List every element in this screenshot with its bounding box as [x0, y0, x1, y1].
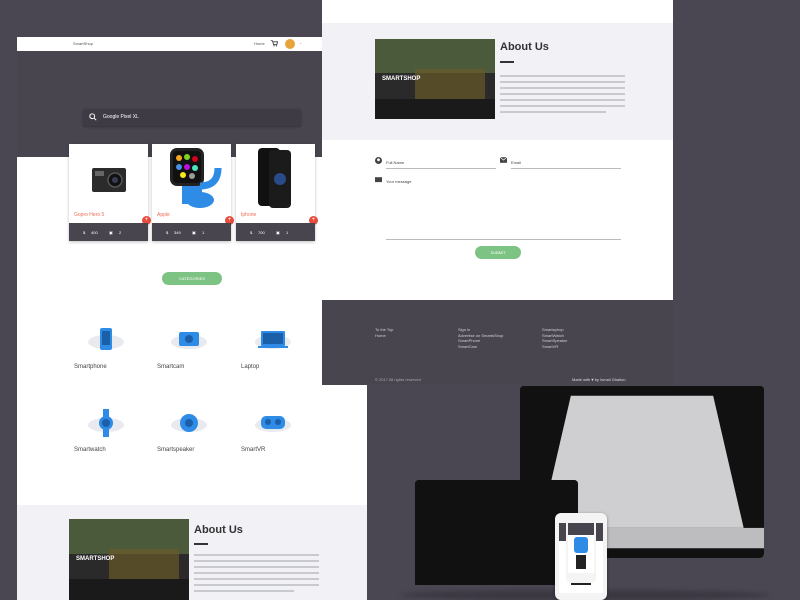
category-smartspeaker[interactable]: Smartspeaker — [157, 405, 217, 465]
message-field[interactable]: Your message — [386, 179, 411, 184]
category-label: Smartcam — [157, 364, 185, 370]
smartwatch-image — [152, 144, 231, 210]
gopro-image — [69, 144, 148, 210]
cart-small-icon: ▣ — [109, 230, 113, 235]
chevron-down-icon[interactable]: ⌄ — [299, 40, 302, 45]
email-icon — [500, 157, 507, 163]
nav-home-link[interactable]: Home — [254, 41, 265, 46]
user-icon — [375, 157, 382, 164]
footer: To the Top Home Sign in Advertise on Sma… — [322, 300, 673, 385]
category-smartwatch[interactable]: Smartwatch — [74, 405, 134, 465]
copyright-text: © 2017 All rights reserved — [375, 377, 421, 382]
category-label: Smartwatch — [74, 447, 106, 453]
product-info-bar: $ 700 ▣ 1 — [236, 223, 315, 241]
store-sign-text: SMARTSHOP — [382, 76, 421, 82]
smartwatch-icon — [88, 409, 124, 437]
price-icon: $ — [250, 230, 253, 235]
price-icon: $ — [83, 230, 86, 235]
message-icon — [375, 177, 382, 183]
category-label: Laptop — [241, 364, 260, 370]
title-underline — [194, 543, 208, 545]
product-card[interactable]: Iphone + $ 700 ▣ 1 — [236, 144, 318, 241]
made-with-text: Made with ♥ by Ismail Ghallou — [572, 377, 626, 382]
product-qty: 1 — [202, 230, 205, 235]
category-label: SmartVR — [241, 447, 266, 453]
iphone-image — [236, 144, 315, 210]
main-page-mockup: SmartShop Home ⌄ Google Pixel XL Gopro H… — [17, 37, 367, 600]
about-contact-page-mockup: SMARTSHOP About Us Full Name Email Your … — [322, 0, 673, 385]
search-input[interactable]: Google Pixel XL — [83, 109, 301, 126]
footer-col-3: Smartsphop SmartWatch SmartSpeaker Smart… — [542, 327, 568, 349]
footer-link[interactable]: Home — [375, 333, 393, 339]
about-store-image: SMARTSHOP — [375, 39, 495, 119]
product-card[interactable]: Gopro Hero 5 + $ 400 ▣ 2 — [69, 144, 151, 241]
field-underline — [386, 168, 496, 169]
footer-link[interactable]: SmartSpeaker — [542, 338, 568, 344]
cart-small-icon: ▣ — [276, 230, 280, 235]
product-qty: 2 — [119, 230, 122, 235]
title-underline — [500, 61, 514, 63]
search-value: Google Pixel XL — [103, 114, 139, 120]
store-sign-text: SMARTSHOP — [76, 556, 115, 562]
product-name: Iphone — [241, 212, 257, 218]
cart-small-icon: ▣ — [192, 230, 196, 235]
category-smartvr[interactable]: SmartVR — [241, 405, 301, 465]
category-label: Smartspeaker — [157, 447, 195, 453]
product-info-bar: $ 349 ▣ 1 — [152, 223, 231, 241]
hero-banner: Google Pixel XL — [17, 51, 367, 157]
category-laptop[interactable]: Laptop — [241, 322, 301, 382]
footer-link[interactable]: To the Top — [375, 327, 393, 333]
cart-icon[interactable] — [270, 39, 278, 47]
submit-button[interactable]: SUBMIT — [475, 246, 521, 259]
avatar[interactable] — [285, 39, 295, 49]
email-field[interactable]: Email — [511, 160, 521, 165]
top-navbar: SmartShop Home ⌄ — [17, 37, 367, 51]
camera-icon — [171, 332, 207, 349]
price-icon: $ — [166, 230, 169, 235]
brand-logo[interactable]: SmartShop — [73, 41, 93, 46]
laptop-base — [415, 480, 578, 585]
vr-headset-icon — [255, 416, 291, 432]
search-icon — [89, 113, 97, 121]
product-card[interactable]: Apple + $ 349 ▣ 1 — [152, 144, 234, 241]
categories-button[interactable]: CATEGORIES — [162, 272, 222, 285]
field-underline — [386, 239, 621, 240]
product-name: Gopro Hero 5 — [74, 212, 105, 218]
category-smartphone[interactable]: Smartphone — [74, 322, 134, 382]
footer-link[interactable]: SmartCam — [458, 344, 503, 350]
speaker-icon — [171, 414, 207, 432]
field-underline — [511, 168, 621, 169]
product-price: 349 — [174, 230, 181, 235]
full-name-field[interactable]: Full Name — [386, 160, 404, 165]
smartphone-icon — [88, 328, 124, 350]
product-price: 400 — [91, 230, 98, 235]
about-section: SMARTSHOP About Us — [322, 23, 673, 140]
category-label: Smartphone — [74, 364, 107, 370]
about-store-image: SMARTSHOP — [69, 519, 189, 600]
about-paragraph — [500, 75, 625, 117]
product-price: 700 — [258, 230, 265, 235]
laptop-icon — [255, 331, 291, 349]
product-qty: 1 — [286, 230, 289, 235]
product-name: Apple — [157, 212, 170, 218]
about-paragraph — [194, 554, 319, 596]
phone-screen — [568, 523, 594, 573]
about-title: About Us — [194, 524, 243, 536]
product-info-bar: $ 400 ▣ 2 — [69, 223, 148, 241]
footer-link[interactable]: SmartVR — [542, 344, 568, 350]
about-title: About Us — [500, 41, 549, 53]
footer-col-2: Sign in Advertise on SmartsShop SmartPho… — [458, 327, 503, 349]
footer-link[interactable]: Smartsphop — [542, 327, 568, 333]
phone-mockup — [566, 515, 596, 583]
about-section: SMARTSHOP About Us — [17, 505, 367, 600]
footer-col-1: To the Top Home — [375, 327, 393, 338]
category-smartcam[interactable]: Smartcam — [157, 322, 217, 382]
